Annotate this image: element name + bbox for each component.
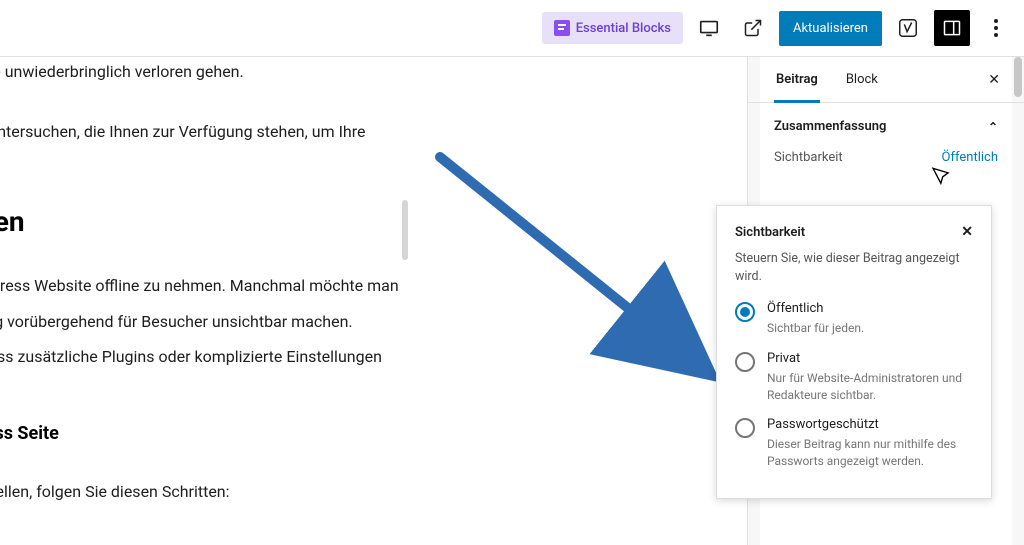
update-button[interactable]: Aktualisieren	[779, 11, 882, 46]
radio-private-label: Privat	[767, 351, 973, 366]
tab-block-label: Block	[846, 72, 878, 87]
yoast-button[interactable]	[890, 10, 926, 46]
tab-block[interactable]: Block	[844, 57, 880, 103]
essential-blocks-icon	[554, 20, 570, 36]
radio-private-desc: Nur für Website-Administratoren und Reda…	[767, 370, 973, 404]
view-external-button[interactable]	[735, 10, 771, 46]
radio-public[interactable]	[735, 302, 755, 322]
radio-private[interactable]	[735, 352, 755, 372]
visibility-value-link[interactable]: Öffentlich	[942, 150, 998, 165]
content-heading-3[interactable]: ordPress Seite	[0, 420, 670, 449]
content-paragraph[interactable]: tionen untersuchen, die Ihnen zur Verfüg…	[0, 119, 670, 145]
close-popover-button[interactable]: ✕	[961, 224, 973, 240]
visibility-row-label: Sichtbarkeit	[774, 150, 843, 165]
popover-description: Steuern Sie, wie dieser Beitrag angezeig…	[735, 250, 973, 285]
preview-desktop-button[interactable]	[691, 10, 727, 46]
editor-content[interactable]: e Inhalte unwiederbringlich verloren geh…	[0, 57, 730, 504]
chevron-up-icon: ⌃	[988, 120, 998, 134]
content-paragraph[interactable]: e WordPress Website offline zu nehmen. M…	[0, 273, 670, 299]
options-menu-button[interactable]	[978, 10, 1014, 46]
content-paragraph[interactable]: e Inhalte unwiederbringlich verloren geh…	[0, 59, 670, 85]
radio-password[interactable]	[735, 418, 755, 438]
content-paragraph[interactable]: ne zu stellen, folgen Sie diesen Schritt…	[0, 479, 670, 505]
content-paragraph[interactable]: n Beitrag vorübergehend für Besucher uns…	[0, 309, 670, 335]
tab-post-label: Beitrag	[776, 72, 818, 87]
panel-icon	[942, 18, 962, 38]
essential-blocks-button[interactable]: Essential Blocks	[542, 12, 683, 44]
summary-panel-toggle[interactable]: Zusammenfassung ⌃	[748, 103, 1024, 144]
resize-handle[interactable]	[402, 200, 408, 260]
visibility-option-password[interactable]: Passwortgeschützt Dieser Beitrag kann nu…	[735, 417, 973, 470]
radio-password-label: Passwortgeschützt	[767, 417, 973, 432]
sidebar-toggle-button[interactable]	[934, 10, 970, 46]
radio-public-desc: Sichtbar für jeden.	[767, 320, 864, 337]
summary-label: Zusammenfassung	[774, 119, 886, 134]
popover-title: Sichtbarkeit	[735, 225, 805, 240]
visibility-popover: Sichtbarkeit ✕ Steuern Sie, wie dieser B…	[716, 205, 992, 499]
desktop-icon	[698, 17, 720, 39]
radio-password-desc: Dieser Beitrag kann nur mithilfe des Pas…	[767, 436, 973, 470]
yoast-icon	[897, 17, 919, 39]
radio-public-label: Öffentlich	[767, 301, 864, 316]
content-paragraph[interactable]: ohne dass zusätzliche Plugins oder kompl…	[0, 344, 670, 370]
tab-post[interactable]: Beitrag	[774, 57, 820, 103]
close-sidebar-button[interactable]: ✕	[988, 72, 1000, 88]
content-heading-2[interactable]: stellen	[0, 200, 670, 245]
visibility-option-private[interactable]: Privat Nur für Website-Administratoren u…	[735, 351, 973, 404]
editor-topbar: Essential Blocks Aktualisieren	[0, 0, 1024, 57]
page-scrollbar-right[interactable]	[1012, 57, 1024, 545]
sidebar-tabs: Beitrag Block ✕	[748, 57, 1024, 103]
visibility-row: Sichtbarkeit Öffentlich	[748, 144, 1024, 175]
external-link-icon	[743, 18, 763, 38]
essential-blocks-label: Essential Blocks	[576, 21, 671, 36]
update-label: Aktualisieren	[793, 21, 868, 36]
visibility-option-public[interactable]: Öffentlich Sichtbar für jeden.	[735, 301, 973, 337]
